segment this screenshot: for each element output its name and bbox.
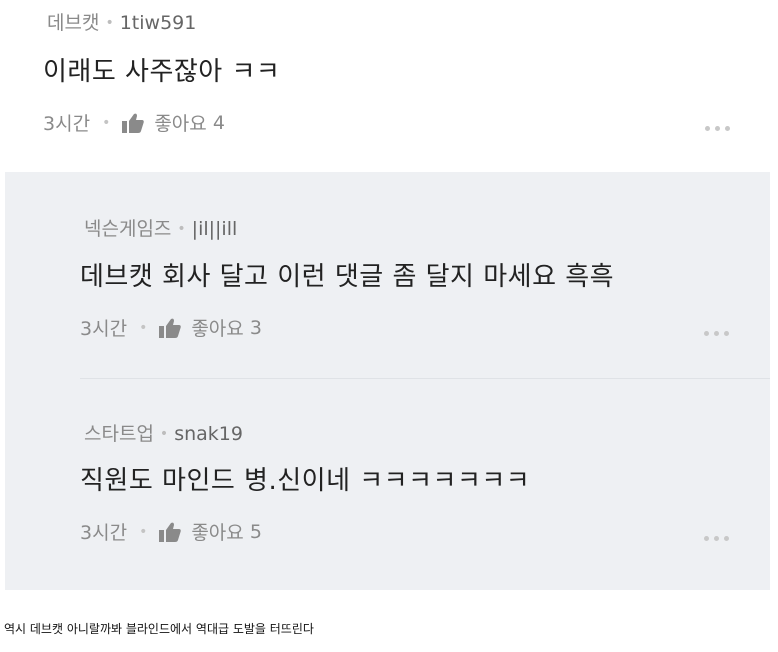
like-label: 좋아요 <box>191 318 244 340</box>
company-label[interactable]: 넥슨게임즈 <box>84 218 171 240</box>
separator-dot: • <box>139 523 148 540</box>
reply-footer: 3시간 • 좋아요 5 <box>80 518 262 545</box>
thumbs-up-icon <box>122 113 145 133</box>
reply-footer: 3시간 • 좋아요 3 <box>80 314 262 341</box>
separator-dot: • <box>177 221 186 237</box>
comment-text: 이래도 사주잖아 ㅋㅋ <box>43 57 281 87</box>
separator-dot: • <box>105 15 114 31</box>
like-count: 3 <box>249 316 262 339</box>
separator-dot: • <box>102 114 111 131</box>
like-button[interactable]: 좋아요 5 <box>159 518 262 545</box>
reply-meta: 넥슨게임즈 • |il||ill <box>84 214 237 241</box>
username[interactable]: |il||ill <box>192 218 238 240</box>
reply-text: 직원도 마인드 병.신이네 ㅋㅋㅋㅋㅋㅋㅋ <box>80 466 531 496</box>
comment: 데브캣 • 1tiw591 이래도 사주잖아 ㅋㅋ 3시간 • 좋아요 4 <box>0 0 778 172</box>
like-button[interactable]: 좋아요 4 <box>122 109 225 136</box>
company-label[interactable]: 스타트업 <box>84 423 154 445</box>
reply-meta: 스타트업 • snak19 <box>84 419 243 446</box>
more-dots-icon[interactable] <box>704 536 729 541</box>
like-label: 좋아요 <box>154 113 207 135</box>
comment-footer: 3시간 • 좋아요 4 <box>43 109 225 136</box>
separator-dot: • <box>159 426 169 442</box>
thumbs-up-icon <box>159 318 182 338</box>
timestamp: 3시간 <box>43 113 91 135</box>
reply-text: 데브캣 회사 달고 이런 댓글 좀 달지 마세요 흑흑 <box>80 262 615 292</box>
username[interactable]: snak19 <box>174 423 243 445</box>
separator-dot: • <box>139 319 148 336</box>
more-dots-icon[interactable] <box>705 126 730 131</box>
reply-list: 넥슨게임즈 • |il||ill 데브캣 회사 달고 이런 댓글 좀 달지 마세요 … <box>5 172 770 590</box>
timestamp: 3시간 <box>80 522 128 544</box>
more-dots-icon[interactable] <box>704 331 729 336</box>
thumbs-up-icon <box>159 522 182 542</box>
timestamp: 3시간 <box>80 318 128 340</box>
company-label[interactable]: 데브캣 <box>47 12 99 34</box>
like-count: 4 <box>212 111 225 134</box>
like-label: 좋아요 <box>191 522 244 544</box>
like-button[interactable]: 좋아요 3 <box>159 314 262 341</box>
username[interactable]: 1tiw591 <box>120 12 197 34</box>
like-count: 5 <box>249 520 262 543</box>
comment-meta: 데브캣 • 1tiw591 <box>47 8 196 35</box>
reply-divider <box>80 378 770 379</box>
caption: 역시 데브캣 아니랄까봐 블라인드에서 역대급 도발을 터뜨린다 <box>4 622 314 636</box>
